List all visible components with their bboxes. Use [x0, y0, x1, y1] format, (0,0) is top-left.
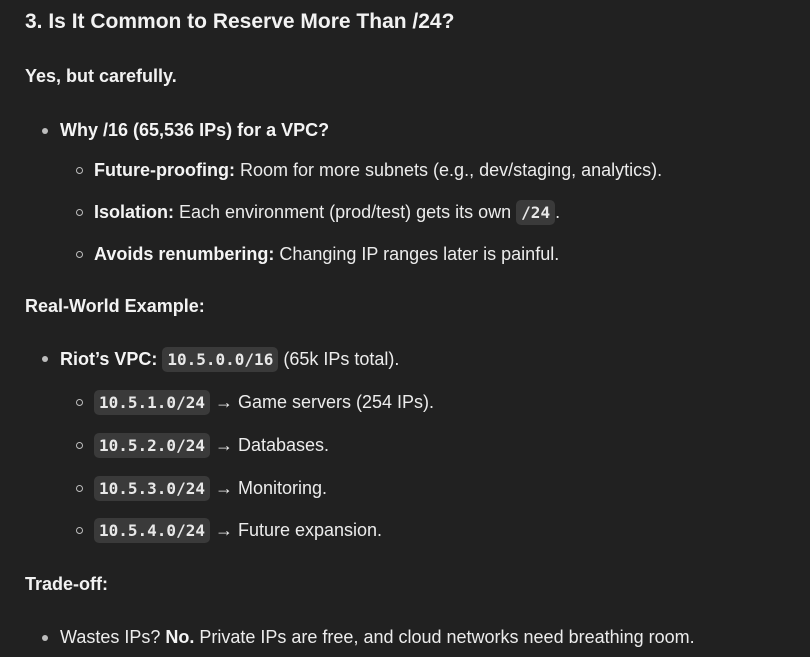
- inline-code: 10.5.4.0/24: [94, 518, 210, 543]
- subnet-item: 10.5.2.0/24 → Databases.: [94, 432, 329, 459]
- bullet-icon: [42, 635, 48, 641]
- sub-bullet-icon: [76, 527, 83, 534]
- subnet-item: 10.5.4.0/24 → Future expansion.: [94, 517, 382, 544]
- tradeoff-heading: Trade-off:: [25, 574, 108, 594]
- item-text: Changing IP ranges later is painful.: [274, 244, 560, 264]
- sub-bullet-icon: [76, 251, 83, 258]
- sub-bullet-icon: [76, 399, 83, 406]
- item-text: Each environment (prod/test) gets its ow…: [174, 202, 517, 222]
- item-text: → Monitoring.: [209, 478, 328, 498]
- item-text: .: [555, 202, 561, 222]
- item-text: → Future expansion.: [209, 520, 383, 540]
- item-text: Wastes IPs?: [60, 627, 166, 647]
- inline-code: /24: [516, 200, 556, 225]
- inline-code: 10.5.3.0/24: [94, 476, 210, 501]
- item-bold-label: Avoids renumbering:: [94, 244, 275, 264]
- item-text: (65k IPs total).: [278, 349, 400, 369]
- subnet-item: 10.5.3.0/24 → Monitoring.: [94, 475, 327, 502]
- item-text: → Databases.: [209, 435, 330, 455]
- sub-bullet-icon: [76, 167, 83, 174]
- section-heading: 3. Is It Common to Reserve More Than /24…: [25, 10, 455, 33]
- vpc-list-item: Riot’s VPC: 10.5.0.0/16 (65k IPs total).: [60, 346, 399, 373]
- inline-code: 10.5.1.0/24: [94, 390, 210, 415]
- why-list-item: Why /16 (65,536 IPs) for a VPC?: [60, 117, 329, 143]
- subnet-item: 10.5.1.0/24 → Game servers (254 IPs).: [94, 389, 434, 416]
- item-text: → Game servers (254 IPs).: [209, 392, 435, 412]
- bullet-icon: [42, 356, 48, 362]
- item-bold-label: Isolation:: [94, 202, 174, 222]
- sub-bullet-icon: [76, 442, 83, 449]
- item-bold-label: No.: [165, 627, 195, 647]
- bullet-icon: [42, 128, 48, 134]
- inline-code: 10.5.2.0/24: [94, 433, 210, 458]
- item-bold-label: Future-proofing:: [94, 160, 235, 180]
- inline-code: 10.5.0.0/16: [162, 347, 279, 372]
- sub-bullet-icon: [76, 485, 83, 492]
- why-item-future-proofing: Future-proofing: Room for more subnets (…: [94, 157, 662, 183]
- tradeoff-list-item: Wastes IPs? No. Private IPs are free, an…: [60, 624, 695, 650]
- intro-text: Yes, but carefully.: [25, 66, 177, 86]
- item-bold-label: Riot’s VPC:: [60, 349, 158, 369]
- why-item-isolation: Isolation: Each environment (prod/test) …: [94, 199, 560, 226]
- why-item-avoids-renumbering: Avoids renumbering: Changing IP ranges l…: [94, 241, 559, 267]
- example-heading: Real-World Example:: [25, 296, 205, 316]
- item-text: Private IPs are free, and cloud networks…: [194, 627, 695, 647]
- why-label: Why /16 (65,536 IPs) for a VPC?: [60, 120, 330, 140]
- sub-bullet-icon: [76, 209, 83, 216]
- item-text: Room for more subnets (e.g., dev/staging…: [234, 160, 663, 180]
